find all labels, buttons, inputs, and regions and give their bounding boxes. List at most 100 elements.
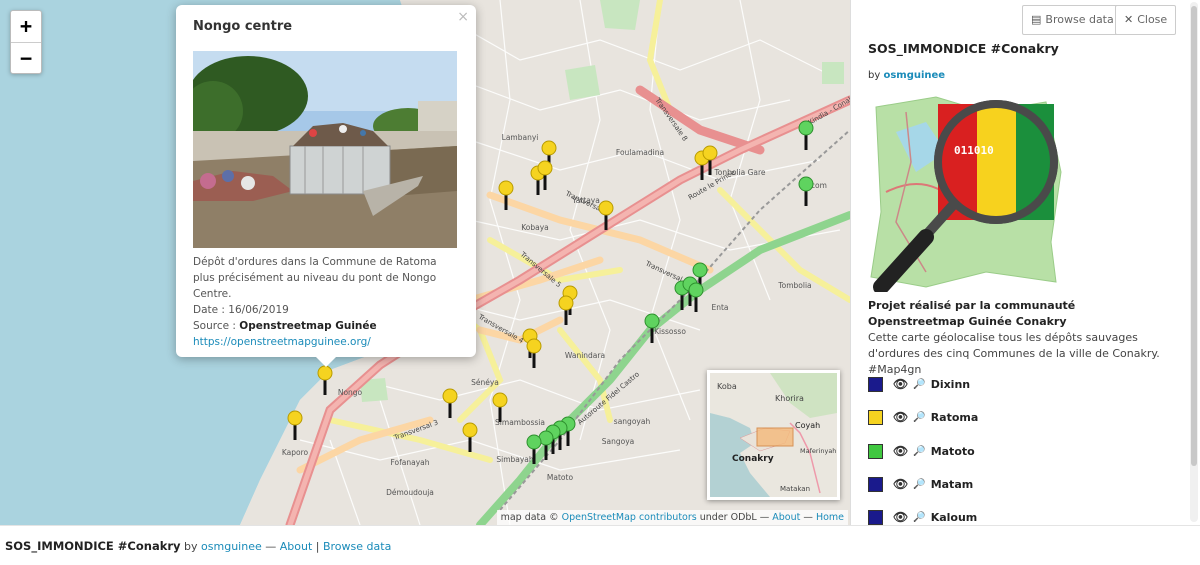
eye-icon[interactable]: 👁: [893, 444, 908, 458]
zoom-to-layer-icon[interactable]: 🔎: [913, 512, 925, 523]
attribution-prefix: map data ©: [500, 512, 559, 523]
place-label: Sénéya: [471, 378, 499, 387]
place-label: Foulamadina: [616, 148, 664, 157]
attribution-separator: —: [803, 512, 813, 523]
zoom-control: + −: [10, 10, 42, 74]
zoom-in-button[interactable]: +: [11, 11, 41, 42]
place-label: Enta: [711, 303, 728, 312]
zoom-to-layer-icon[interactable]: 🔎: [913, 412, 925, 423]
popup-source-label: Source :: [193, 320, 236, 332]
layer-dixinn[interactable]: 👁 🔎 Dixinn: [868, 373, 970, 395]
place-label: Simbayah: [496, 455, 534, 464]
footer-title: SOS_IMMONDICE #Conakry: [5, 539, 181, 553]
layer-name: Matoto: [930, 444, 975, 458]
place-label: Lambanyi: [502, 133, 539, 142]
popup-source: Source : Openstreetmap Guinée: [193, 318, 459, 334]
place-label: Kissosso: [654, 327, 686, 336]
layer-name: Ratoma: [930, 410, 979, 424]
zoom-to-layer-icon[interactable]: 🔎: [913, 479, 925, 490]
layer-color-swatch: [868, 376, 883, 392]
place-label: Nongo: [338, 388, 363, 397]
place-label: Kobaya: [521, 223, 549, 232]
zoom-to-layer-icon[interactable]: 🔎: [913, 446, 925, 457]
zoom-to-layer-icon[interactable]: 🔎: [913, 379, 925, 390]
place-label: Sangoya: [602, 437, 635, 446]
layer-kaloum[interactable]: 👁 🔎 Kaloum: [868, 506, 977, 525]
popup-date: Date : 16/06/2019: [193, 304, 289, 316]
panel-title: SOS_IMMONDICE #Conakry: [868, 41, 1059, 56]
about-link[interactable]: About: [772, 512, 800, 523]
minimap-label: Koba: [717, 382, 737, 391]
zoom-out-button[interactable]: −: [11, 42, 41, 73]
footer-about-link[interactable]: About: [280, 540, 313, 553]
layer-color-swatch: [868, 509, 883, 525]
scrollbar-thumb[interactable]: [1191, 6, 1197, 466]
popup-close-button[interactable]: ×: [457, 9, 469, 25]
minimap-label: Khorira: [775, 394, 804, 403]
layer-matam[interactable]: 👁 🔎 Matam: [868, 473, 973, 495]
home-link[interactable]: Home: [816, 512, 844, 523]
footer-browse-link[interactable]: Browse data: [323, 540, 391, 553]
close-panel-button[interactable]: ✕ Close: [1115, 5, 1177, 35]
eye-icon[interactable]: 👁: [893, 410, 908, 424]
popup-link[interactable]: https://openstreetmapguinee.org/: [193, 336, 371, 348]
layer-matoto[interactable]: 👁 🔎 Matoto: [868, 440, 975, 462]
footer-bar: SOS_IMMONDICE #Conakry by osmguinee — Ab…: [0, 525, 1200, 565]
place-label: Démoudouja: [386, 488, 434, 497]
panel-author: by osmguinee: [868, 70, 945, 81]
minimap-canvas: Koba Khorira Coyah Conakry Maferinyah Ma…: [710, 373, 837, 497]
footer-author-link[interactable]: osmguinee: [201, 540, 262, 553]
popup-desc-text: Dépôt d'ordures dans la Commune de Ratom…: [193, 256, 437, 300]
osm-guinee-logo: 011010: [870, 96, 1062, 292]
place-label: sangoyah: [614, 417, 651, 426]
minimap-label: Matakan: [780, 485, 810, 493]
eye-icon[interactable]: 👁: [893, 477, 908, 491]
panel-desc-title: Projet réalisé par la communauté Openstr…: [868, 299, 1076, 328]
marker-popup: × Nongo centre Dépôt d'ordures dans la C…: [176, 5, 476, 367]
popup-description: Dépôt d'ordures dans la Commune de Ratom…: [193, 254, 459, 350]
panel-scrollbar[interactable]: [1190, 2, 1198, 522]
list-icon: ▤: [1031, 13, 1042, 26]
layer-name: Dixinn: [930, 377, 971, 391]
place-label: Simambossia: [495, 418, 545, 427]
layer-color-swatch: [868, 409, 883, 425]
minimap-label: Conakry: [732, 454, 774, 464]
map-canvas[interactable]: Foulamadina Yattaya Kobaya Tonbolia Gare…: [0, 0, 850, 525]
park-area: [600, 0, 640, 30]
layer-color-swatch: [868, 443, 883, 459]
browse-data-label: Browse data: [1045, 13, 1114, 26]
park-area: [565, 65, 600, 100]
map-attribution: map data © OpenStreetMap contributors un…: [496, 510, 848, 525]
by-label: by: [868, 70, 881, 81]
minimap-label: Coyah: [795, 421, 820, 430]
browse-data-button[interactable]: ▤ Browse data: [1022, 5, 1123, 35]
layer-name: Kaloum: [930, 510, 978, 524]
panel-description: Projet réalisé par la communauté Openstr…: [868, 298, 1168, 378]
osm-link[interactable]: OpenStreetMap contributors: [562, 512, 697, 523]
popup-title: Nongo centre: [193, 19, 293, 34]
attribution-separator: —: [759, 512, 770, 523]
layer-name: Matam: [930, 477, 974, 491]
popup-source-name: Openstreetmap Guinée: [239, 320, 377, 332]
attribution-license: under ODbL: [699, 512, 757, 523]
footer-by: by: [184, 540, 198, 553]
minimap[interactable]: Koba Khorira Coyah Conakry Maferinyah Ma…: [707, 370, 840, 500]
author-link[interactable]: osmguinee: [883, 70, 945, 81]
minimap-label: Maferinyah: [800, 447, 836, 455]
footer-separator: —: [265, 540, 277, 553]
eye-icon[interactable]: 👁: [893, 510, 908, 524]
place-label: Tombolia: [777, 281, 811, 290]
place-label: Wanindara: [565, 351, 605, 360]
park-area: [822, 62, 844, 84]
footer-bar-separator: |: [315, 540, 320, 553]
place-label: Matoto: [547, 473, 574, 482]
dump-photo: [193, 51, 457, 248]
info-panel: ▤ Browse data ✕ Close SOS_IMMONDICE #Conak…: [850, 0, 1200, 525]
place-label: Kaporo: [282, 448, 309, 457]
close-icon: ✕: [1124, 13, 1134, 26]
layer-ratoma[interactable]: 👁 🔎 Ratoma: [868, 406, 978, 428]
panel-desc-body: Cette carte géolocalise tous les dépôts …: [868, 331, 1160, 376]
layer-color-swatch: [868, 476, 883, 492]
logo-binary-text: 011010: [954, 144, 994, 157]
eye-icon[interactable]: 👁: [893, 377, 908, 391]
